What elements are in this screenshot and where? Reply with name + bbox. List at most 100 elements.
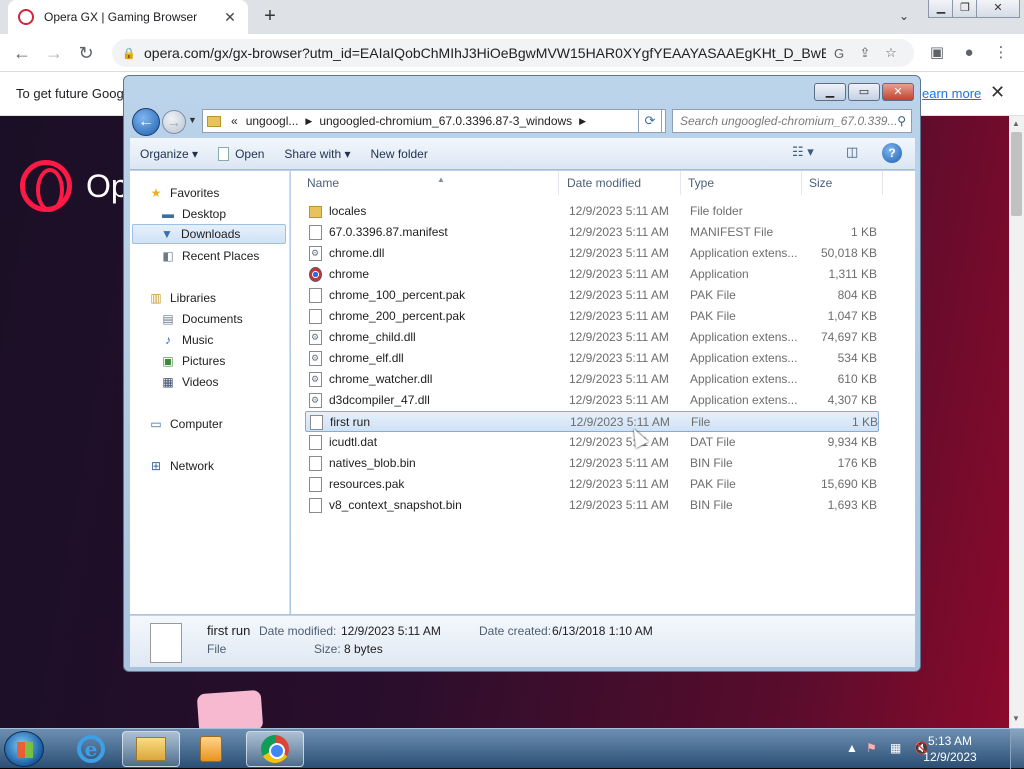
file-row[interactable]: first run 12/9/2023 5:11 AM File 1 KB (305, 411, 879, 432)
detail-date-created-label: Date created: (479, 624, 552, 638)
explorer-close-button[interactable]: ✕ (882, 83, 914, 101)
file-name: d3dcompiler_47.dll (329, 393, 430, 407)
show-hidden-icons-icon[interactable]: ▲ (846, 741, 858, 755)
action-center-icon[interactable]: ⚑ (866, 741, 877, 755)
file-row[interactable]: chrome_100_percent.pak 12/9/2023 5:11 AM P… (305, 285, 879, 306)
page-scrollbar[interactable]: ▲ ▼ (1009, 116, 1024, 728)
nav-computer[interactable]: ▭ Computer (148, 414, 222, 434)
file-name: chrome_100_percent.pak (329, 288, 466, 302)
file-row[interactable]: 67.0.3396.87.manifest 12/9/2023 5:11 AM MA… (305, 222, 879, 243)
explorer-forward-icon[interactable]: → (162, 110, 186, 134)
opera-logo-icon (20, 160, 72, 212)
nav-videos[interactable]: ▦ Videos (160, 372, 218, 392)
nav-music[interactable]: ♪ Music (160, 330, 213, 350)
start-button[interactable] (4, 731, 44, 767)
tab-search-icon[interactable]: ⌄ (894, 6, 914, 26)
file-row[interactable]: chrome_watcher.dll 12/9/2023 5:11 AM Appli… (305, 369, 879, 390)
file-name: chrome.dll (329, 246, 385, 260)
address-bar[interactable]: 🔒 opera.com/gx/gx-browser?utm_id=EAIaIQo… (112, 39, 914, 67)
nav-label: Network (170, 459, 215, 473)
explorer-maximize-button[interactable]: ▭ (848, 83, 880, 101)
file-date: 12/9/2023 5:11 AM (569, 372, 669, 386)
file-row[interactable]: locales 12/9/2023 5:11 AM File folder (305, 201, 879, 222)
new-tab-button[interactable]: + (258, 4, 282, 28)
column-header-name[interactable]: Name ▲ (301, 171, 559, 195)
tab-close-icon[interactable]: ✕ (222, 9, 238, 26)
breadcrumb-overflow[interactable]: « (231, 114, 238, 128)
explorer-address-bar[interactable]: « ungoogl... ▶ ungoogled-chromium_67.0.3… (202, 109, 666, 133)
reload-icon[interactable]: ↻ (74, 42, 98, 64)
file-row[interactable]: chrome 12/9/2023 5:11 AM Application 1,311 … (305, 264, 879, 285)
explorer-back-icon[interactable]: ← (132, 108, 160, 136)
view-options-icon[interactable]: ☷ ▾ (792, 144, 814, 160)
explorer-minimize-button[interactable]: ▁ (814, 83, 846, 101)
file-row[interactable]: chrome.dll 12/9/2023 5:11 AM Application e… (305, 243, 879, 264)
nav-desktop[interactable]: ▬ Desktop (160, 204, 226, 224)
breadcrumb-segment[interactable]: ungoogled-chromium_67.0.3396.87-3_window… (319, 114, 572, 128)
breadcrumb-arrow-icon[interactable]: ▶ (579, 116, 586, 127)
taskbar-media-player[interactable] (182, 731, 240, 767)
file-icon (309, 435, 322, 450)
side-panel-icon[interactable]: ▣ (926, 43, 948, 63)
minimize-button[interactable]: ▁ (928, 0, 954, 18)
file-row[interactable]: resources.pak 12/9/2023 5:11 AM PAK File 15… (305, 474, 879, 495)
back-arrow-icon[interactable]: ← (10, 42, 34, 64)
file-row[interactable]: d3dcompiler_47.dll 12/9/2023 5:11 AM Appli… (305, 390, 879, 411)
scroll-down-icon[interactable]: ▼ (1012, 714, 1020, 723)
nav-label: Desktop (182, 207, 227, 221)
file-row[interactable]: chrome_200_percent.pak 12/9/2023 5:11 AM P… (305, 306, 879, 327)
close-window-button[interactable]: ✕ (976, 0, 1020, 18)
show-desktop-button[interactable] (1010, 729, 1024, 769)
file-row[interactable]: icudtl.dat 12/9/2023 5:11 AM DAT File 9,934… (305, 432, 879, 453)
file-row[interactable]: v8_context_snapshot.bin 12/9/2023 5:11 AM… (305, 495, 879, 516)
restore-button[interactable]: ❐ (952, 0, 978, 18)
lock-icon: 🔒 (122, 47, 136, 60)
preview-pane-icon[interactable]: ◫ (846, 144, 858, 160)
file-date: 12/9/2023 5:11 AM (569, 267, 669, 281)
scrollbar-thumb[interactable] (1011, 132, 1022, 216)
nav-libraries[interactable]: ▥ Libraries (148, 288, 216, 308)
file-row[interactable]: chrome_elf.dll 12/9/2023 5:11 AM Applicati… (305, 348, 879, 369)
file-row[interactable]: natives_blob.bin 12/9/2023 5:11 AM BIN Fil… (305, 453, 879, 474)
help-icon[interactable]: ? (882, 143, 902, 163)
network-tray-icon[interactable]: ▦ (890, 741, 901, 755)
file-row[interactable]: chrome_child.dll 12/9/2023 5:11 AM Applica… (305, 327, 879, 348)
breadcrumb-segment[interactable]: ungoogl... (246, 114, 299, 128)
share-icon[interactable]: ⇪ (852, 45, 878, 61)
taskbar-internet-explorer[interactable]: e (62, 731, 120, 767)
profile-avatar-icon[interactable]: ● (958, 43, 980, 63)
scroll-up-icon[interactable]: ▲ (1012, 119, 1020, 128)
explorer-search-input[interactable]: Search ungoogled-chromium_67.0.339... ⚲ (672, 109, 912, 133)
taskbar-clock[interactable]: 5:13 AM 12/9/2023 (920, 733, 980, 765)
column-label: Type (688, 176, 715, 190)
forward-arrow-icon[interactable]: → (42, 42, 66, 64)
column-header-type[interactable]: Type (682, 171, 802, 195)
opera-favicon-icon (18, 9, 34, 25)
learn-more-link[interactable]: earn more (922, 86, 981, 101)
menu-kebab-icon[interactable]: ⋮ (990, 43, 1012, 63)
google-icon[interactable]: G (826, 46, 852, 61)
search-icon[interactable]: ⚲ (897, 110, 906, 132)
breadcrumb-arrow-icon[interactable]: ▶ (305, 116, 312, 127)
taskbar-chrome[interactable] (246, 731, 304, 767)
info-bar-close-icon[interactable]: ✕ (990, 82, 1005, 103)
search-placeholder: Search ungoogled-chromium_67.0.339... (680, 114, 898, 128)
share-with-button[interactable]: Share with ▾ (274, 147, 360, 161)
nav-favorites[interactable]: ★ Favorites (148, 183, 220, 203)
nav-recent-places[interactable]: ◧ Recent Places (160, 246, 259, 266)
new-folder-button[interactable]: New folder (360, 147, 437, 161)
open-button[interactable]: Open (208, 146, 274, 161)
nav-pictures[interactable]: ▣ Pictures (160, 351, 225, 371)
browser-tab[interactable]: Opera GX | Gaming Browser ✕ (8, 0, 248, 34)
taskbar-windows-explorer[interactable] (122, 731, 180, 767)
column-header-size[interactable]: Size (803, 171, 883, 195)
organize-button[interactable]: Organize ▾ (130, 147, 208, 161)
bookmark-star-icon[interactable]: ☆ (878, 45, 904, 61)
nav-network[interactable]: ⊞ Network (148, 456, 214, 476)
file-type: DAT File (690, 435, 736, 449)
nav-documents[interactable]: ▤ Documents (160, 309, 242, 329)
nav-downloads[interactable]: ▼ Downloads (132, 224, 286, 244)
refresh-icon[interactable]: ⟳ (638, 109, 662, 133)
column-header-date[interactable]: Date modified (561, 171, 681, 195)
recent-pages-chevron-icon[interactable]: ▼ (188, 115, 197, 125)
